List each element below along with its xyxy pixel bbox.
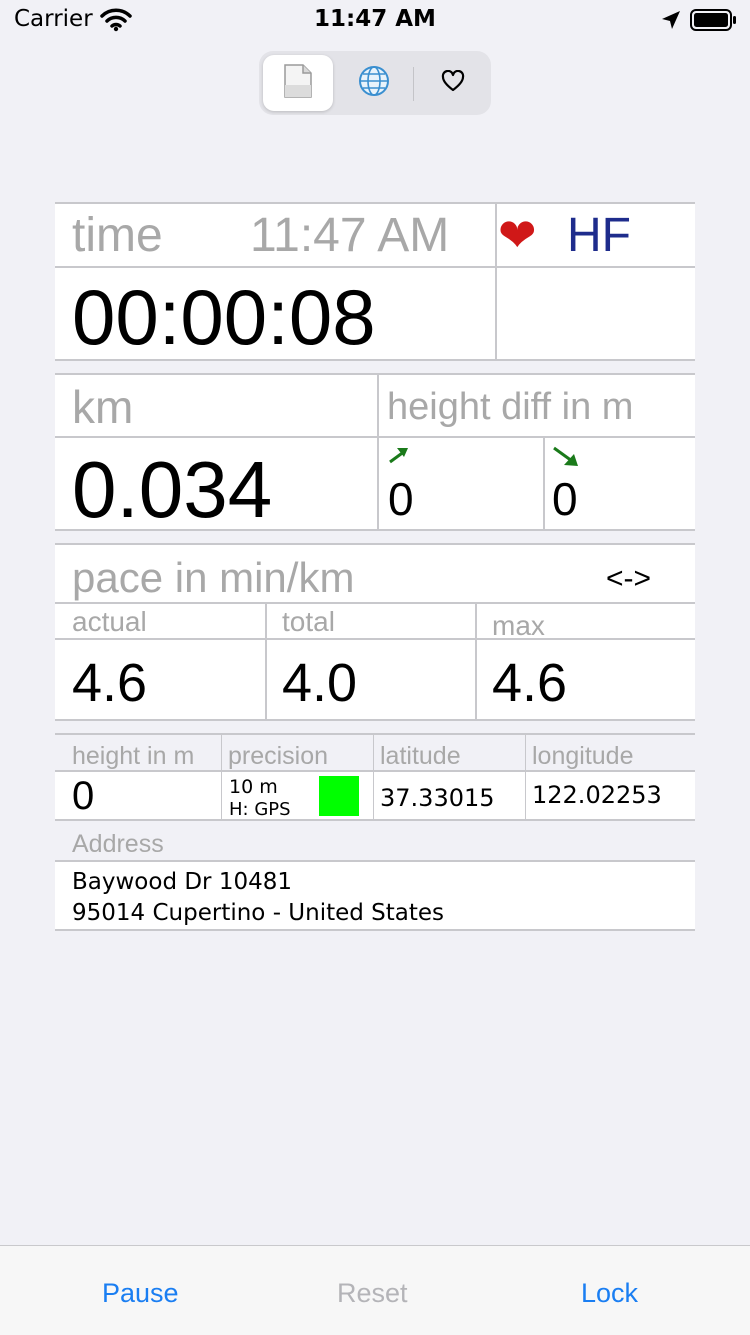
ascent-arrow-icon (388, 446, 410, 468)
pace-max-value: 4.6 (492, 653, 568, 713)
descent-arrow-icon (552, 446, 580, 472)
status-bar: Carrier 11:47 AM (0, 0, 750, 40)
status-time: 11:47 AM (314, 6, 436, 32)
precision-label: precision (228, 742, 329, 770)
distance-value: 0.034 (72, 445, 273, 534)
location-arrow-icon (660, 9, 682, 35)
hf-label: HF (567, 209, 631, 262)
latitude-label: latitude (380, 742, 461, 770)
heart-icon: ❤ (498, 208, 537, 262)
current-clock: 11:47 AM (250, 209, 450, 262)
km-label: km (72, 381, 134, 433)
ascent-value: 0 (388, 473, 414, 525)
time-label: time (72, 209, 163, 262)
longitude-label: longitude (532, 742, 634, 770)
globe-icon (358, 65, 390, 101)
descent-value: 0 (552, 473, 578, 525)
pace-actual-value: 4.6 (72, 653, 148, 713)
height-label: height in m (72, 742, 195, 770)
pace-max-label: max (492, 610, 545, 641)
elapsed-time: 00:00:08 (72, 273, 376, 361)
heart-outline-icon (441, 69, 465, 96)
pace-actual-label: actual (72, 606, 147, 637)
segment-globe[interactable] (337, 55, 411, 111)
pause-button[interactable]: Pause (102, 1278, 179, 1309)
bottom-toolbar: Pause Reset Lock (0, 1245, 750, 1335)
pace-total-label: total (282, 606, 335, 637)
pace-total-value: 4.0 (282, 653, 358, 713)
pace-label: pace in min/km (72, 554, 355, 601)
address-label: Address (72, 830, 164, 858)
latitude-value: 37.33015 (380, 784, 495, 812)
segment-document[interactable] (263, 55, 333, 111)
segment-divider (413, 67, 414, 101)
longitude-value: 122.02253 (532, 781, 662, 809)
height-value: 0 (72, 774, 95, 818)
height-diff-label: height diff in m (387, 386, 634, 428)
address-line2: 95014 Cupertino - United States (72, 900, 445, 926)
precision-value: 10 m (229, 776, 278, 798)
precision-indicator (319, 776, 359, 816)
reset-button[interactable]: Reset (337, 1278, 408, 1309)
segment-heart[interactable] (418, 55, 488, 111)
precision-source: H: GPS (229, 799, 291, 820)
address-line1: Baywood Dr 10481 (72, 869, 292, 895)
battery-icon (690, 9, 738, 35)
pace-toggle-button[interactable]: <-> (606, 562, 651, 596)
document-icon (283, 63, 313, 103)
lock-button[interactable]: Lock (581, 1278, 638, 1309)
